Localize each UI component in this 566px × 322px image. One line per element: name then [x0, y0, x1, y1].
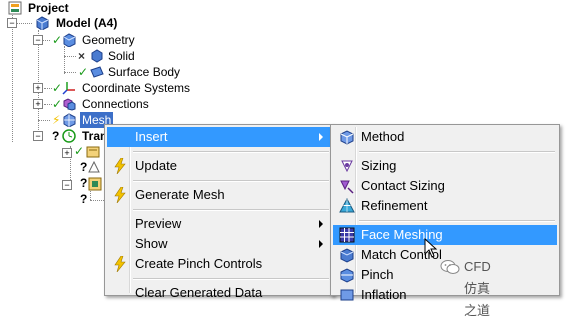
pinch-icon — [340, 268, 354, 283]
tree-item-label: Project — [28, 1, 69, 15]
method-icon — [340, 130, 354, 145]
menu-separator — [133, 180, 329, 182]
menu-item-label: Contact Sizing — [361, 178, 445, 193]
collapse-toggle-icon[interactable]: − — [33, 131, 43, 141]
refinement-icon — [339, 198, 355, 213]
mesh-icon — [63, 113, 76, 127]
menu-item-label: Pinch — [361, 267, 394, 282]
face-meshing-icon — [339, 227, 355, 243]
question-status-icon: ? — [80, 192, 88, 206]
lightning-icon — [114, 256, 126, 272]
menu-separator — [359, 220, 555, 222]
menu-separator — [133, 278, 329, 280]
check-icon: ✓ — [52, 97, 63, 111]
solid-body-icon — [91, 49, 103, 63]
tree-item-label: Coordinate Systems — [82, 81, 191, 95]
menu-item-label: Create Pinch Controls — [135, 256, 263, 271]
menu-item-label: Update — [135, 158, 177, 173]
menu-item-label: Show — [135, 236, 168, 251]
check-icon: ✓ — [52, 33, 63, 47]
solution-icon — [88, 177, 102, 191]
submenu-arrow-icon — [319, 240, 323, 248]
menu-separator — [133, 151, 329, 153]
tree-line — [38, 120, 50, 121]
menu-item-method[interactable]: Method — [333, 127, 557, 147]
menu-item-generate-mesh[interactable]: Generate Mesh — [107, 185, 331, 205]
menu-item-label: Preview — [135, 216, 182, 231]
coordinate-axes-icon — [62, 82, 75, 95]
sizing-icon — [341, 160, 353, 173]
menu-separator — [133, 209, 329, 211]
wechat-icon — [440, 260, 460, 274]
collapse-toggle-icon[interactable]: − — [62, 180, 72, 190]
tree-line — [44, 88, 52, 89]
menu-item-label: Refinement — [361, 198, 428, 213]
mouse-pointer-icon — [424, 238, 438, 258]
lightning-icon — [114, 158, 126, 174]
tree-line — [64, 46, 65, 74]
menu-item-update[interactable]: Update — [107, 156, 331, 176]
load-icon — [88, 161, 100, 173]
question-status-icon: ? — [80, 160, 88, 174]
tree-item-label: Surface Body — [108, 65, 181, 79]
expand-toggle-icon[interactable]: + — [62, 148, 72, 158]
context-menu: Insert Update Generate Mesh Preview Show… — [104, 124, 334, 300]
collapse-toggle-icon[interactable]: − — [7, 18, 17, 28]
menu-item-label: Generate Mesh — [135, 187, 225, 202]
inflation-icon — [340, 289, 354, 301]
tree-line — [64, 72, 76, 73]
menu-item-label: Sizing — [361, 158, 397, 173]
suppressed-x-icon: × — [78, 49, 86, 63]
menu-item-face-meshing[interactable]: Face Meshing — [333, 225, 557, 245]
collapse-toggle-icon[interactable]: − — [33, 35, 43, 45]
tree-item-label: Model (A4) — [56, 16, 118, 30]
lightning-icon: ⚡ — [52, 113, 61, 127]
menu-item-create-pinch-controls[interactable]: Create Pinch Controls — [107, 254, 331, 274]
menu-separator — [359, 151, 555, 153]
menu-item-sizing[interactable]: Sizing — [333, 156, 557, 176]
analysis-settings-icon — [86, 146, 100, 158]
watermark-text: CFD仿真之道 — [464, 259, 491, 318]
menu-item-label: Method — [361, 129, 405, 144]
submenu-arrow-icon — [319, 220, 323, 228]
menu-item-label: Insert — [135, 129, 168, 144]
menu-item-label: Inflation — [361, 287, 407, 302]
surface-body-icon — [90, 66, 104, 78]
contact-sizing-icon — [340, 180, 354, 194]
expand-toggle-icon[interactable]: + — [33, 83, 43, 93]
geometry-icon — [63, 33, 76, 47]
menu-item-refinement[interactable]: Refinement — [333, 196, 557, 216]
question-status-icon: ? — [52, 129, 60, 143]
menu-item-preview[interactable]: Preview — [107, 214, 331, 234]
question-status-icon: ? — [80, 176, 88, 190]
check-icon: ✓ — [52, 81, 63, 95]
project-icon — [8, 1, 22, 15]
tree-item-label: Solid — [108, 49, 135, 63]
tree-line — [64, 56, 76, 57]
check-icon: ✓ — [74, 144, 85, 158]
menu-item-show[interactable]: Show — [107, 234, 331, 254]
connections-icon — [63, 98, 76, 111]
submenu-arrow-icon — [319, 133, 323, 141]
menu-item-inflation[interactable]: Inflation — [333, 285, 557, 305]
lightning-icon — [114, 187, 126, 203]
menu-item-label: Clear Generated Data — [135, 285, 263, 300]
menu-item-contact-sizing[interactable]: Contact Sizing — [333, 176, 557, 196]
tree-item-label: Geometry — [82, 33, 135, 47]
menu-item-clear-generated-data[interactable]: Clear Generated Data — [107, 283, 331, 303]
model-cube-icon — [36, 16, 49, 30]
tree-line — [44, 104, 52, 105]
analysis-clock-icon — [62, 129, 76, 143]
expand-toggle-icon[interactable]: + — [33, 99, 43, 109]
check-icon: ✓ — [78, 65, 89, 79]
tree-line — [12, 12, 13, 142]
match-control-icon — [340, 248, 354, 263]
tree-item-label: Connections — [82, 97, 149, 111]
menu-item-insert[interactable]: Insert — [107, 127, 331, 147]
